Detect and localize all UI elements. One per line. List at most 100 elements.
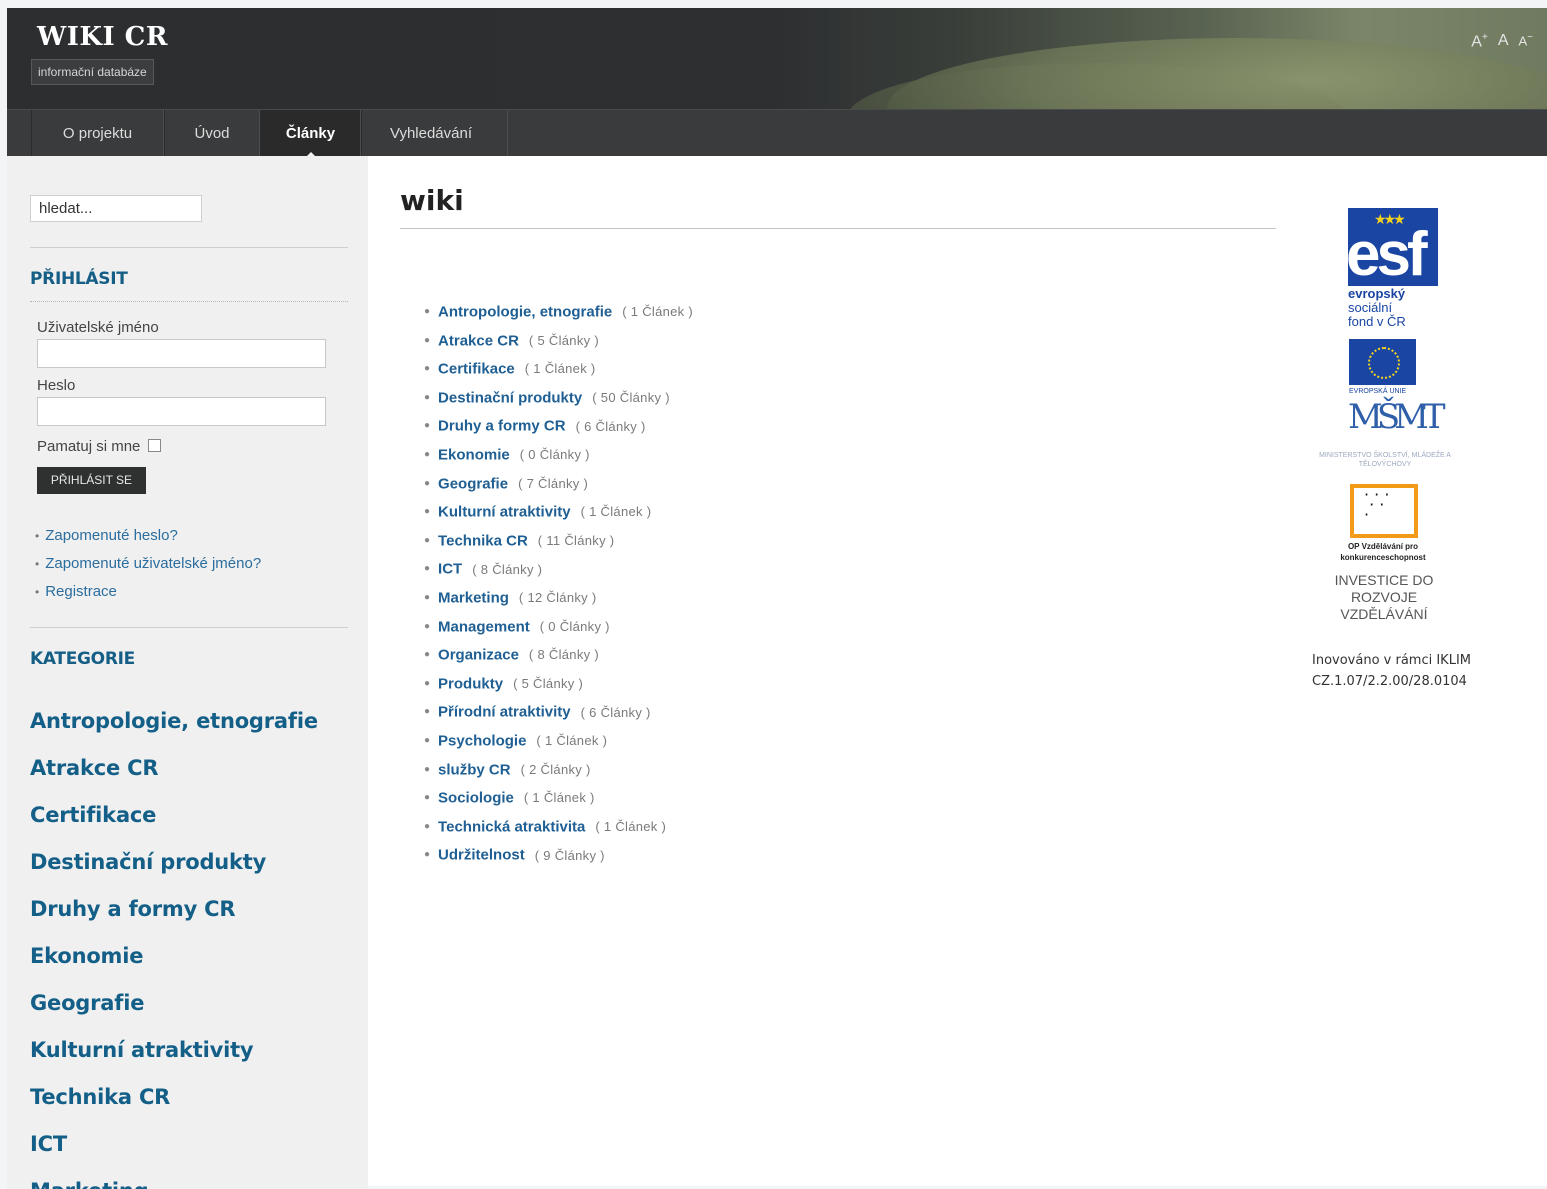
divider: [30, 247, 348, 248]
list-item: ● Produkty( 5 Články ): [424, 674, 584, 692]
categories-heading: KATEGORIE: [30, 649, 135, 669]
page-title: wiki: [400, 184, 464, 217]
article-count: ( 1 Článek ): [622, 304, 694, 320]
list-item: Zapomenuté heslo?: [35, 522, 261, 550]
article-category-link[interactable]: Technická atraktivita: [438, 818, 585, 835]
category-item: Marketing: [30, 1171, 318, 1189]
search-input[interactable]: hledat...: [30, 195, 202, 222]
list-item: ● Management( 0 Články ): [424, 617, 610, 635]
nav-item-vyhledavani-label: Vyhledávání: [390, 125, 473, 142]
username-label: Uživatelské jméno: [37, 319, 159, 336]
article-category-link[interactable]: Druhy a formy CR: [438, 418, 566, 435]
msmt-logo: MŠMT: [1348, 397, 1446, 437]
nav-item-clanky[interactable]: Články: [260, 110, 361, 158]
category-link[interactable]: Atrakce CR: [30, 756, 159, 780]
register-link[interactable]: Registrace: [45, 583, 117, 600]
article-category-link[interactable]: Psychologie: [438, 732, 526, 749]
article-category-link[interactable]: Sociologie: [438, 789, 514, 806]
article-category-link[interactable]: Udržitelnost: [438, 847, 525, 864]
category-link[interactable]: Destinační produkty: [30, 850, 266, 874]
login-button[interactable]: PŘIHLÁSIT SE: [37, 467, 146, 494]
article-count: ( 1 Článek ): [524, 361, 596, 377]
list-item: ● ICT( 8 Články ): [424, 560, 543, 578]
category-link[interactable]: Technika CR: [30, 1085, 170, 1109]
list-item: ● Kulturní atraktivity( 1 Článek ): [424, 503, 652, 521]
nav-item-o-projektu[interactable]: O projektu: [31, 110, 164, 157]
article-category-link[interactable]: Management: [438, 618, 530, 635]
article-category-link[interactable]: Kulturní atraktivity: [438, 503, 571, 520]
article-count: ( 7 Články ): [518, 475, 589, 491]
investice-caption: INVESTICE DO ROZVOJE VZDĚLÁVÁNÍ: [1334, 572, 1434, 622]
list-item: ● Geografie( 7 Články ): [424, 474, 589, 492]
list-item: ● Organizace( 8 Články ): [424, 646, 599, 664]
article-category-link[interactable]: Ekonomie: [438, 446, 510, 463]
esf-line3: fond v ČR: [1348, 314, 1406, 329]
list-item: ● Marketing( 12 Články ): [424, 589, 597, 607]
article-category-link[interactable]: Produkty: [438, 675, 503, 692]
font-increase-button[interactable]: A+: [1471, 32, 1488, 51]
nav-item-vyhledavani[interactable]: Vyhledávání: [361, 110, 508, 157]
password-label: Heslo: [37, 377, 76, 394]
article-category-link[interactable]: Organizace: [438, 646, 519, 663]
category-item: Geografie: [30, 983, 318, 1030]
category-item: Ekonomie: [30, 936, 318, 983]
category-link[interactable]: Geografie: [30, 991, 144, 1015]
divider: [30, 627, 348, 628]
category-item: ICT: [30, 1124, 318, 1171]
esf-mark: ★★★ esf: [1348, 208, 1438, 286]
sidebar: hledat... PŘIHLÁSIT Uživatelské jméno He…: [7, 156, 368, 1189]
article-category-link[interactable]: Certifikace: [438, 360, 515, 377]
main-navigation: O projektu Úvod Články Vyhledávání: [7, 109, 1547, 158]
msmt-caption: MINISTERSTVO ŠKOLSTVÍ, MLÁDEŽE A TĚLOVÝC…: [1319, 452, 1451, 468]
article-count: ( 1 Článek ): [536, 733, 608, 749]
list-item: ● Technická atraktivita( 1 Článek ): [424, 817, 667, 835]
category-link[interactable]: Antropologie, etnografie: [30, 709, 318, 733]
article-category-link[interactable]: služby CR: [438, 761, 511, 778]
article-count: ( 50 Články ): [592, 390, 670, 406]
site-header: WIKI CR informační databáze A+ A A−: [7, 8, 1547, 109]
remember-checkbox[interactable]: [148, 439, 162, 452]
font-reset-button[interactable]: A: [1498, 32, 1509, 51]
article-category-link[interactable]: Geografie: [438, 475, 508, 492]
article-category-link[interactable]: Přírodní atraktivity: [438, 704, 571, 721]
list-item: ● Ekonomie( 0 Články ): [424, 446, 590, 464]
font-decrease-label: A: [1518, 33, 1528, 49]
username-field[interactable]: [37, 339, 326, 368]
font-decrease-button[interactable]: A−: [1518, 32, 1533, 51]
site-title[interactable]: WIKI CR: [37, 22, 168, 52]
esf-mark-text: esf: [1348, 220, 1428, 286]
article-category-link[interactable]: Destinační produkty: [438, 389, 582, 406]
category-link[interactable]: Kulturní atraktivity: [30, 1038, 254, 1062]
category-link[interactable]: ICT: [30, 1132, 67, 1156]
article-count: ( 6 Články ): [575, 418, 646, 434]
article-count: ( 6 Články ): [580, 704, 651, 720]
list-item: ● Udržitelnost( 9 Články ): [424, 846, 605, 864]
category-link[interactable]: Marketing: [30, 1179, 149, 1189]
article-count: ( 5 Články ): [513, 675, 584, 691]
category-link[interactable]: Druhy a formy CR: [30, 897, 236, 921]
forgot-username-link[interactable]: Zapomenuté uživatelské jméno?: [45, 555, 261, 572]
article-category-link[interactable]: ICT: [438, 561, 462, 578]
category-link[interactable]: Ekonomie: [30, 944, 143, 968]
eu-flag-icon: [1349, 339, 1416, 385]
article-category-link[interactable]: Atrakce CR: [438, 332, 519, 349]
article-count: ( 0 Články ): [519, 447, 590, 463]
article-count: ( 12 Články ): [518, 590, 597, 606]
article-category-link[interactable]: Technika CR: [438, 532, 528, 549]
article-category-link[interactable]: Marketing: [438, 589, 509, 606]
forgot-password-link[interactable]: Zapomenuté heslo?: [45, 527, 178, 544]
title-divider: [400, 228, 1276, 229]
category-item: Antropologie, etnografie: [30, 701, 318, 748]
article-count: ( 2 Články ): [520, 761, 591, 777]
category-link[interactable]: Certifikace: [30, 803, 156, 827]
article-count: ( 1 Článek ): [595, 818, 667, 834]
remember-row: Pamatuj si mne: [37, 438, 162, 455]
header-landscape-hill: [887, 38, 1547, 109]
article-count: ( 0 Články ): [539, 618, 610, 634]
article-category-link[interactable]: Antropologie, etnografie: [438, 303, 612, 320]
nav-item-uvod[interactable]: Úvod: [164, 110, 260, 157]
article-category-list: ● Antropologie, etnografie( 1 Článek ) ● A…: [424, 298, 693, 870]
password-field[interactable]: [37, 397, 326, 426]
article-count: ( 9 Články ): [534, 847, 605, 863]
list-item: ● Certifikace( 1 Článek ): [424, 360, 596, 378]
